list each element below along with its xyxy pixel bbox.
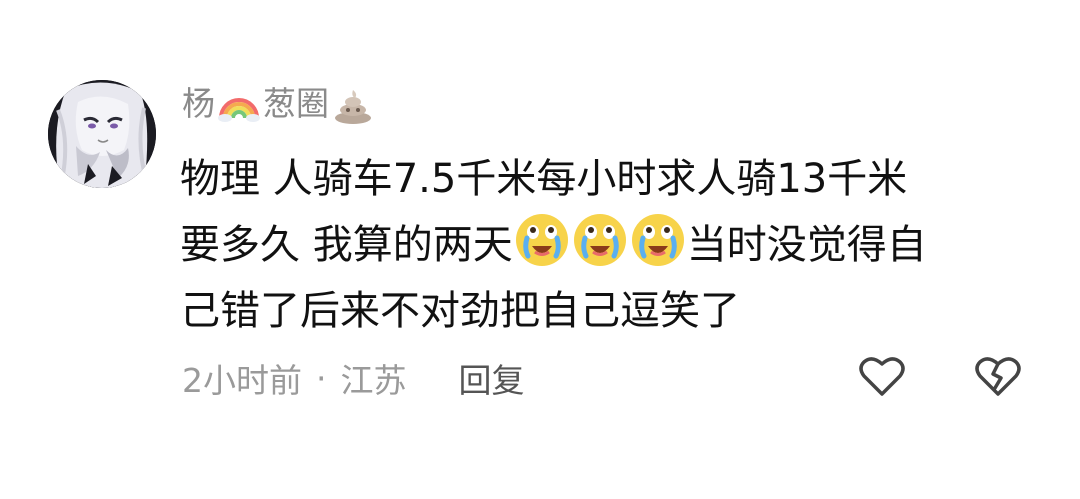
broken-heart-icon [974,357,1022,402]
crying-laughing-emoji-icon [572,212,628,268]
rainbow-emoji-icon [217,82,261,126]
poop-emoji-icon [331,82,375,126]
heart-outline-icon [858,357,906,402]
username-text-part2: 葱圈 [263,84,329,123]
dislike-button[interactable] [974,354,1022,398]
like-button[interactable] [858,354,906,398]
comment-line-1: 物理 人骑车7.5千米每小时求人骑13千米 [180,156,908,202]
crying-laughing-emoji-icon [630,212,686,268]
comment-location: 江苏 [340,361,407,400]
crying-laughing-emoji-icon [514,212,570,268]
comment-time: 2小时前 [182,361,302,400]
comment-line-3: 己错了后来不对劲把自己逗笑了 [180,288,740,334]
meta-separator: · [316,358,327,398]
comment-meta: 2小时前 · 江苏 回复 [182,352,525,404]
avatar[interactable] [48,80,156,188]
comment-text: 物理 人骑车7.5千米每小时求人骑13千米 要多久 我算的两天 当时没觉得自 己错… [180,146,1040,344]
comment-line-2-start: 要多久 我算的两天 [180,222,513,268]
comment-line-2-end: 当时没觉得自 [686,222,927,268]
comment-line-2: 要多久 我算的两天 当时没觉得自 [180,212,1040,278]
reply-button[interactable]: 回复 [459,354,525,402]
username[interactable]: 杨 葱圈 [182,78,375,130]
username-text-part1: 杨 [182,84,215,123]
